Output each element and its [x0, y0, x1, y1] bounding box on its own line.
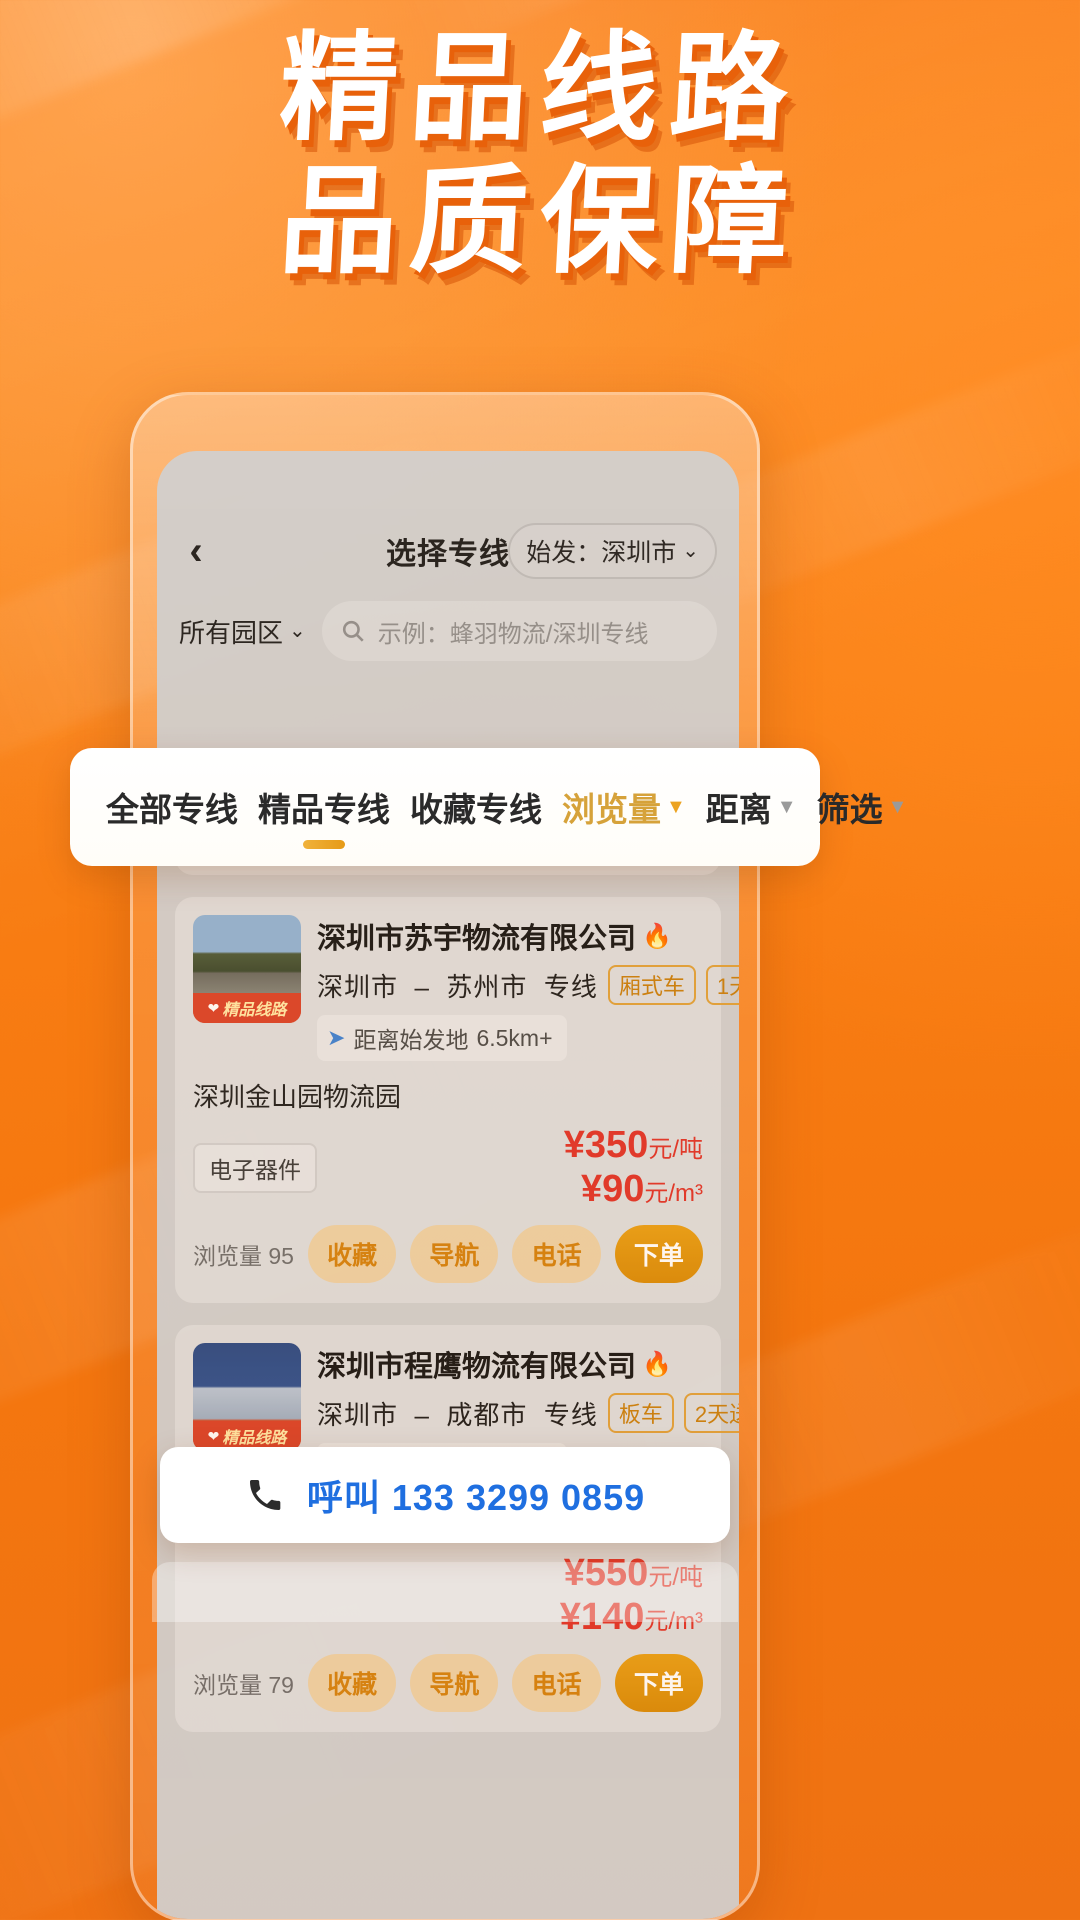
- flame-icon: 🔥: [642, 1350, 672, 1378]
- search-input[interactable]: 示例：蜂羽物流/深圳专线: [321, 601, 717, 661]
- caret-down-icon: ▼: [887, 796, 908, 818]
- tab-favorite-lines[interactable]: 收藏专线: [400, 783, 552, 831]
- headline-line-2: 品质保障: [276, 152, 804, 291]
- premium-line-badge: ❤ 精品线路: [193, 993, 301, 1023]
- chevron-down-icon: ⌄: [289, 620, 306, 642]
- filter-tabbar-overlay: 全部专线 精品专线 收藏专线 浏览量 ▼ 距离 ▼ 筛选 ▼: [70, 748, 907, 866]
- phone-button[interactable]: 电话: [512, 1653, 601, 1712]
- poster-headline: 精品线路 品质保障: [0, 19, 1080, 291]
- navbar: ‹ 选择专线 始发：深圳市 ⌄: [157, 513, 739, 589]
- company-thumbnail[interactable]: ❤ 精品线路: [193, 915, 301, 1023]
- park-selector-label: 所有园区: [179, 617, 284, 648]
- sort-views[interactable]: 浏览量 ▼: [552, 783, 696, 831]
- phone-button[interactable]: 电话: [512, 1225, 601, 1284]
- sort-distance[interactable]: 距离 ▼: [696, 783, 807, 831]
- price-per-cubic-meter: ¥90元/m³: [580, 1167, 703, 1210]
- sort-distance-label: 距离: [705, 791, 772, 828]
- vehicle-type-tag: 板车: [607, 1393, 674, 1434]
- premium-line-badge-label: 精品线路: [222, 1002, 287, 1019]
- navigate-button[interactable]: 导航: [410, 1225, 499, 1284]
- phone-screen: ‹ 选择专线 始发：深圳市 ⌄ 所有园区 ⌄ 示例：蜂羽物流/深圳专线 ❤ 精品…: [157, 451, 739, 1919]
- sort-views-label: 浏览量: [562, 791, 661, 828]
- route-text: 深圳市 – 成都市 专线: [317, 1399, 598, 1430]
- tab-premium-lines[interactable]: 精品专线: [248, 783, 400, 831]
- tab-all-lines[interactable]: 全部专线: [96, 783, 248, 831]
- distance-pill: ➤ 距离始发地 6.5km+: [317, 1015, 567, 1061]
- search-icon: [342, 620, 364, 642]
- company-name: 深圳市苏宇物流有限公司 🔥: [317, 922, 672, 956]
- chevron-left-icon[interactable]: ‹: [179, 531, 213, 571]
- next-listing-card-peek: [152, 1562, 738, 1622]
- heart-icon: ❤: [207, 1427, 220, 1444]
- card-action-row: 浏览量 79 收藏 导航 电话 下单: [175, 1640, 721, 1720]
- navigate-button[interactable]: 导航: [410, 1653, 499, 1712]
- order-button[interactable]: 下单: [614, 1653, 703, 1712]
- delivery-time-tag: 2天送达: [683, 1393, 739, 1434]
- phone-mockup-frame: ‹ 选择专线 始发：深圳市 ⌄ 所有园区 ⌄ 示例：蜂羽物流/深圳专线 ❤ 精品…: [130, 392, 760, 1920]
- call-action-bar[interactable]: 呼叫 133 3299 0859: [160, 1447, 730, 1543]
- search-placeholder: 示例：蜂羽物流/深圳专线: [377, 620, 649, 648]
- delivery-time-tag: 1天送达: [705, 965, 739, 1005]
- sort-filter-label: 筛选: [816, 791, 883, 828]
- company-thumbnail[interactable]: ❤ 精品线路: [193, 1343, 301, 1452]
- sort-filter[interactable]: 筛选 ▼: [807, 783, 918, 831]
- route-row: 深圳市 – 苏州市 专线 厢式车 1天送达: [317, 965, 739, 1005]
- price-block: ¥350元/吨 ¥90元/m³: [564, 1124, 703, 1211]
- heart-icon: ❤: [207, 999, 220, 1016]
- park-selector[interactable]: 所有园区 ⌄: [179, 613, 306, 650]
- vehicle-type-tag: 厢式车: [607, 965, 696, 1005]
- distance-value: 6.5km+: [476, 1024, 553, 1051]
- price-row: 电子器件 ¥350元/吨 ¥90元/m³: [175, 1114, 721, 1211]
- caret-down-icon: ▼: [666, 796, 686, 818]
- flame-icon: 🔥: [642, 922, 672, 950]
- chevron-down-icon: ⌄: [682, 540, 699, 562]
- premium-line-badge-label: 精品线路: [222, 1430, 287, 1448]
- favorite-button[interactable]: 收藏: [307, 1225, 397, 1284]
- order-button[interactable]: 下单: [614, 1225, 703, 1284]
- phone-icon: [249, 1480, 281, 1510]
- park-name: 深圳金山园物流园: [193, 1082, 402, 1112]
- views-count: 浏览量 95: [193, 1243, 294, 1270]
- goods-type-tag: 电子器件: [193, 1142, 317, 1193]
- card-body: ❤ 精品线路 深圳市苏宇物流有限公司 🔥 深圳市 – 苏州市 专线 厢式车 1 …: [175, 897, 739, 1061]
- distance-label: 距离始发地: [353, 1027, 469, 1053]
- price-per-ton: ¥350元/吨: [563, 1124, 703, 1166]
- card-action-row: 浏览量 95 收藏 导航 电话 下单: [175, 1211, 721, 1291]
- origin-city-label: 始发：深圳市: [526, 539, 677, 567]
- company-name: 深圳市程鹰物流有限公司 🔥: [317, 1350, 672, 1384]
- route-row: 深圳市 – 成都市 专线 板车 2天送达: [317, 1393, 739, 1434]
- views-count: 浏览量 79: [193, 1671, 294, 1698]
- headline-line-1: 精品线路: [276, 19, 804, 157]
- filter-row: 所有园区 ⌄ 示例：蜂羽物流/深圳专线: [157, 589, 739, 671]
- favorite-button[interactable]: 收藏: [307, 1653, 397, 1712]
- card-info: 深圳市苏宇物流有限公司 🔥 深圳市 – 苏州市 专线 厢式车 1天送达: [317, 915, 739, 1061]
- route-text: 深圳市 – 苏州市 专线: [317, 971, 598, 1002]
- call-label: 呼叫 133 3299 0859: [306, 1477, 646, 1518]
- origin-city-selector[interactable]: 始发：深圳市 ⌄: [508, 523, 717, 579]
- caret-down-icon: ▼: [776, 796, 797, 818]
- navigation-icon: ➤: [327, 1025, 346, 1050]
- listing-card[interactable]: ❤ 精品线路 深圳市苏宇物流有限公司 🔥 深圳市 – 苏州市 专线 厢式车 1 …: [175, 897, 739, 1304]
